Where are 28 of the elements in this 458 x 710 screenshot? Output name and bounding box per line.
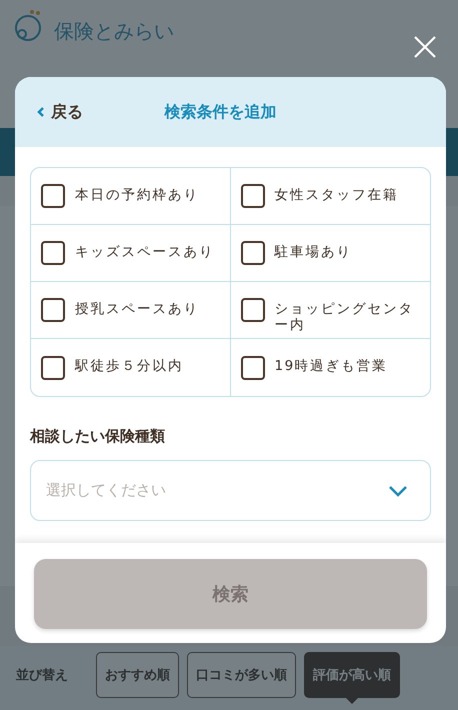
checkbox[interactable] — [41, 356, 65, 380]
section-label: 相談したい保険種類 — [30, 427, 166, 446]
checkbox[interactable] — [41, 184, 65, 208]
checkbox[interactable] — [41, 298, 65, 322]
back-button[interactable]: 戻る — [37, 102, 83, 122]
option-label: 授乳スペースあり — [75, 301, 199, 318]
sort-label: 並び替え — [16, 667, 68, 684]
option-label: 駐車場あり — [274, 244, 352, 260]
option-label: キッズスペースあり — [75, 244, 214, 260]
sort-button[interactable]: おすすめ順 — [96, 652, 179, 698]
close-button[interactable] — [412, 34, 438, 60]
option-label: 女性スタッフ在籍 — [274, 187, 398, 204]
checkbox[interactable] — [240, 356, 264, 380]
checkbox[interactable] — [41, 241, 65, 265]
logo-text: 保険とみらい — [54, 18, 174, 45]
option-label: 19時過ぎも営業 — [274, 358, 388, 374]
sort-button[interactable]: 口コミが多い順 — [187, 652, 296, 698]
option-label: ショッピングセンター内 — [274, 301, 415, 334]
checkbox[interactable] — [240, 298, 264, 322]
chevron-left-icon — [37, 106, 45, 118]
pointer-icon — [345, 697, 359, 704]
checkbox[interactable] — [240, 241, 264, 265]
chevron-down-icon — [388, 484, 408, 496]
option-label: 本日の予約枠あり — [75, 187, 199, 204]
checkbox[interactable] — [240, 184, 264, 208]
dialog-title: 検索条件を追加 — [164, 102, 276, 122]
option-label: 駅徒歩５分以内 — [75, 358, 184, 374]
insurance-select[interactable]: 選択してください — [30, 460, 431, 521]
